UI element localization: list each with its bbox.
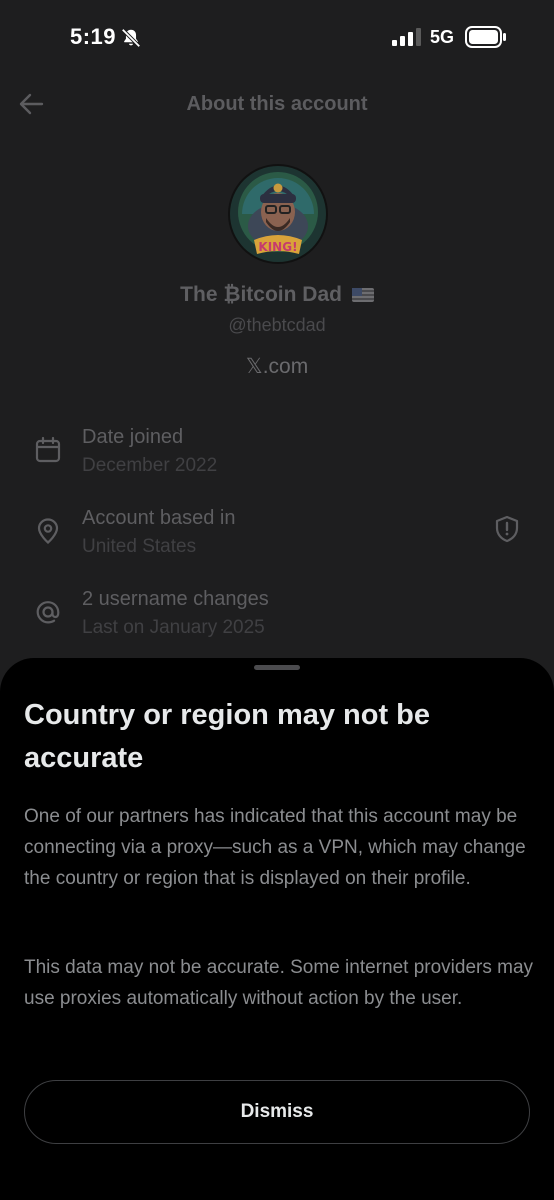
bottom-sheet: Country or region may not be accurate On… xyxy=(0,658,554,1200)
detail-value: December 2022 xyxy=(82,455,218,476)
status-time: 5:19 xyxy=(70,24,117,49)
calendar-icon xyxy=(35,436,61,463)
us-flag-icon xyxy=(351,288,374,303)
network-type: 5G xyxy=(430,27,455,47)
status-bar: 5:19 5G xyxy=(0,0,554,76)
detail-row-date-joined: Date joined December 2022 xyxy=(0,426,554,486)
sheet-grabber-handle[interactable] xyxy=(254,665,300,670)
detail-row-account-based-in: Account based in United States xyxy=(0,507,554,567)
page-title: About this account xyxy=(186,93,368,115)
profile-website[interactable]: 𝕏.com xyxy=(0,354,554,379)
detail-row-username-changes: 2 username changes Last on January 2025 xyxy=(0,588,554,648)
location-pin-icon xyxy=(37,518,59,544)
profile-name: The ₿itcoin Dad xyxy=(0,283,554,307)
avatar-illustration: KING! xyxy=(230,166,326,262)
detail-value: Last on January 2025 xyxy=(82,617,265,638)
battery-icon xyxy=(465,26,506,48)
detail-value: United States xyxy=(82,536,197,557)
profile-name-text: The ₿itcoin Dad xyxy=(180,283,342,306)
svg-text:KING!: KING! xyxy=(258,240,297,254)
sheet-paragraph-proxy: One of our partners has indicated that t… xyxy=(24,806,526,889)
detail-label: Date joined xyxy=(82,426,184,448)
at-sign-icon xyxy=(36,601,60,624)
profile-handle: @thebtcdad xyxy=(228,315,326,335)
shield-warning-icon[interactable] xyxy=(494,515,520,543)
detail-label: 2 username changes xyxy=(82,588,269,610)
avatar: KING! xyxy=(228,164,328,264)
dismiss-button[interactable]: Dismiss xyxy=(24,1080,530,1144)
bell-muted-icon xyxy=(121,28,141,48)
sheet-paragraph-accuracy: This data may not be accurate. Some inte… xyxy=(24,957,534,1009)
detail-label: Account based in xyxy=(82,507,236,529)
signal-bars-icon xyxy=(392,28,421,46)
sheet-title: Country or region may not be accurate xyxy=(24,699,431,774)
